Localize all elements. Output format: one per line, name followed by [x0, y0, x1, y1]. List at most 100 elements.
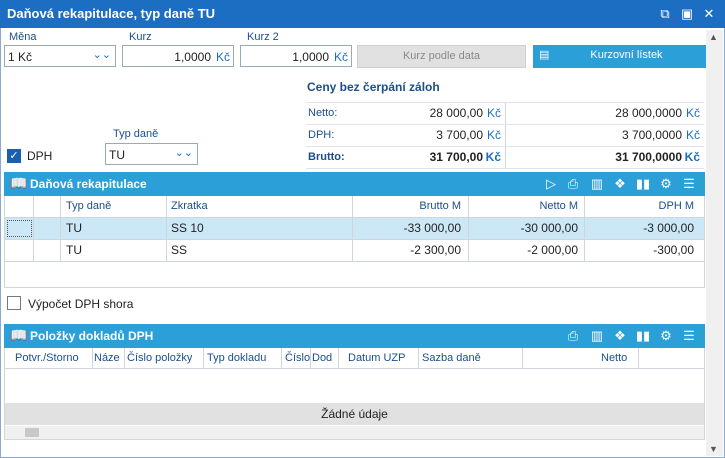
row-selector[interactable]	[7, 220, 32, 237]
summary-row-dph: DPH: 3 700,00 Kč 3 700,0000 Kč	[306, 125, 704, 147]
chart-icon[interactable]: ▥	[588, 328, 606, 344]
cell-brutto: -2 300,00	[410, 243, 461, 257]
title-bar: Daňová rekapitulace, typ daně TU ⧉ ▣ ✕	[0, 0, 725, 28]
columns-icon[interactable]: ▮▮	[634, 328, 652, 344]
gear-icon[interactable]: ⚙	[657, 328, 675, 344]
summary-value: 3 700,0000	[621, 128, 682, 142]
kurz-input[interactable]: 1,0000 Kč	[122, 45, 234, 67]
kurz-label: Kurz	[129, 31, 152, 43]
chart-icon[interactable]: ▥	[588, 176, 606, 192]
column-header[interactable]: Typ daně	[66, 196, 111, 217]
column-header[interactable]: Potvr./Storno	[15, 348, 79, 368]
cell-zkratka: SS 10	[171, 221, 204, 235]
cell-brutto: -33 000,00	[403, 221, 461, 235]
menu-icon[interactable]: ☰	[680, 328, 698, 344]
table-row[interactable]: TU SS 10 -33 000,00 -30 000,00 -3 000,00	[5, 218, 704, 240]
chevron-down-icon[interactable]: ⌄⌄	[93, 48, 111, 61]
kurz2-input[interactable]: 1,0000 Kč	[240, 45, 352, 67]
kurz-value: 1,0000	[174, 50, 211, 64]
play-icon[interactable]: ▷	[542, 176, 560, 192]
group-icon[interactable]: ❖	[611, 328, 629, 344]
summary-value: 28 000,0000	[615, 106, 682, 120]
popout-icon[interactable]: ⧉	[657, 6, 673, 22]
typ-dane-value: TU	[109, 148, 125, 162]
column-header[interactable]: Číslo položky	[127, 348, 192, 368]
vertical-scrollbar[interactable]: ▲ ▼	[706, 30, 723, 456]
print-icon[interactable]: ⎙	[564, 176, 582, 192]
kurz-currency: Kč	[215, 50, 230, 64]
summary-value: 31 700,0000	[615, 150, 682, 164]
rekap-section-header: 📖 Daňová rekapitulace ▷ ⎙ ▥ ❖ ▮▮ ⚙ ☰	[4, 172, 705, 196]
summary-currency: Kč	[685, 128, 700, 142]
summary-row-brutto: Brutto: 31 700,00 Kč 31 700,0000 Kč	[306, 147, 704, 169]
vypocet-checkbox[interactable]	[7, 296, 21, 310]
rekap-grid: Typ daně Zkratka Brutto M Netto M DPH M …	[4, 196, 705, 288]
column-header[interactable]: Číslo	[285, 348, 310, 368]
dph-label: DPH	[27, 149, 53, 163]
mena-value: 1 Kč	[8, 50, 33, 64]
window-title: Daňová rekapitulace, typ daně TU	[7, 6, 216, 21]
scroll-up-icon[interactable]: ▲	[709, 32, 718, 42]
gear-icon[interactable]: ⚙	[657, 176, 675, 192]
horizontal-scrollbar[interactable]	[5, 426, 704, 439]
rekap-header-row: Typ daně Zkratka Brutto M Netto M DPH M	[5, 196, 704, 218]
polozky-header-row: Potvr./Storno Náze Číslo položky Typ dok…	[5, 348, 704, 369]
scroll-down-icon[interactable]: ▼	[709, 444, 718, 454]
table-row[interactable]: TU SS -2 300,00 -2 000,00 -300,00	[5, 240, 704, 262]
mena-select[interactable]: 1 Kč ⌄⌄	[4, 45, 116, 67]
book-icon: 📖	[10, 175, 28, 191]
scrollbar-thumb[interactable]	[25, 428, 39, 437]
kurz-podle-data-button[interactable]: Kurz podle data	[357, 45, 526, 68]
column-header[interactable]: Netto M	[539, 196, 578, 217]
column-header[interactable]: DPH M	[659, 196, 694, 217]
book-icon: 📖	[10, 327, 28, 343]
summary-title: Ceny bez čerpání záloh	[307, 80, 440, 94]
kurz2-value: 1,0000	[292, 50, 329, 64]
cell-dph: -3 000,00	[643, 221, 694, 235]
polozky-grid: Potvr./Storno Náze Číslo položky Typ dok…	[4, 348, 705, 440]
column-header[interactable]: Typ dokladu	[207, 348, 266, 368]
cell-zkratka: SS	[171, 243, 188, 257]
summary-row-netto: Netto: 28 000,00 Kč 28 000,0000 Kč	[306, 103, 704, 125]
column-header[interactable]: Náze	[94, 348, 124, 368]
column-header[interactable]: Netto	[601, 348, 627, 368]
column-header[interactable]: Zkratka	[171, 196, 208, 217]
cell-typ: TU	[66, 221, 82, 235]
summary-currency: Kč	[684, 150, 700, 164]
columns-icon[interactable]: ▮▮	[634, 176, 652, 192]
group-icon[interactable]: ❖	[611, 176, 629, 192]
empty-message: Žádné údaje	[5, 403, 704, 425]
summary-table: Netto: 28 000,00 Kč 28 000,0000 Kč DPH: …	[306, 102, 704, 169]
mena-label: Měna	[9, 31, 37, 43]
menu-icon[interactable]: ☰	[680, 176, 698, 192]
column-header[interactable]: Datum UZP	[348, 348, 405, 368]
print-icon[interactable]: ⎙	[564, 328, 582, 344]
cell-dph: -300,00	[653, 243, 694, 257]
dph-checkbox[interactable]: ✓	[7, 149, 21, 163]
cell-netto: -2 000,00	[527, 243, 578, 257]
typ-dane-select[interactable]: TU ⌄⌄	[105, 143, 198, 165]
summary-currency: Kč	[486, 128, 501, 142]
summary-label: Netto:	[308, 107, 338, 119]
summary-currency: Kč	[485, 150, 501, 164]
kurzovni-listek-button[interactable]: ▤ Kurzovní lístek	[533, 45, 720, 68]
summary-currency: Kč	[685, 106, 700, 120]
cell-netto: -30 000,00	[520, 221, 578, 235]
dock-icon[interactable]: ▣	[679, 6, 695, 22]
typ-dane-label: Typ daně	[113, 128, 159, 140]
polozky-section-header: 📖 Položky dokladů DPH ⎙ ▥ ❖ ▮▮ ⚙ ☰	[4, 324, 705, 348]
document-icon: ▤	[539, 49, 550, 61]
summary-label: Brutto:	[308, 151, 345, 163]
kurz2-currency: Kč	[333, 50, 348, 64]
chevron-down-icon[interactable]: ⌄⌄	[175, 146, 193, 159]
summary-value: 3 700,00	[436, 128, 483, 142]
close-icon[interactable]: ✕	[701, 6, 717, 22]
summary-label: DPH:	[308, 129, 335, 141]
summary-value: 28 000,00	[429, 106, 483, 120]
column-header[interactable]: Dod	[312, 348, 338, 368]
column-header[interactable]: Sazba daně	[422, 348, 481, 368]
polozky-title: Položky dokladů DPH	[30, 329, 154, 343]
summary-currency: Kč	[486, 106, 501, 120]
vypocet-label: Výpočet DPH shora	[28, 297, 134, 311]
column-header[interactable]: Brutto M	[419, 196, 461, 217]
